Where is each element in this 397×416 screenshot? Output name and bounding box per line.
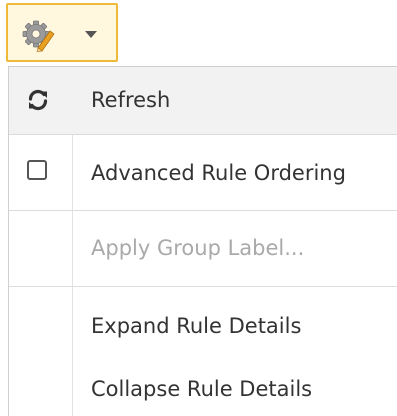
gear-icon bbox=[22, 20, 55, 52]
menu-item-label: Expand Rule Details bbox=[91, 314, 302, 338]
caret-down-icon bbox=[85, 31, 97, 38]
menu-item-advanced-rule-ordering[interactable]: Advanced Rule Ordering bbox=[9, 135, 397, 211]
menu-item-label: Refresh bbox=[91, 88, 171, 112]
menu-item-expand-rule-details[interactable]: Expand Rule Details bbox=[9, 287, 397, 351]
menu-item-refresh[interactable]: Refresh bbox=[9, 67, 397, 135]
checkbox-icon[interactable] bbox=[27, 160, 47, 180]
menu-item-label: Advanced Rule Ordering bbox=[91, 161, 346, 185]
menu-item-collapse-rule-details[interactable]: Collapse Rule Details bbox=[9, 351, 397, 416]
menu-item-apply-group-label: Apply Group Label... bbox=[9, 211, 397, 287]
menu-item-label: Apply Group Label... bbox=[91, 236, 305, 260]
refresh-icon bbox=[28, 89, 48, 111]
settings-dropdown-menu: Refresh Advanced Rule Ordering Apply Gro… bbox=[8, 66, 397, 416]
settings-menu-button[interactable] bbox=[6, 3, 118, 62]
menu-item-label: Collapse Rule Details bbox=[91, 377, 313, 401]
